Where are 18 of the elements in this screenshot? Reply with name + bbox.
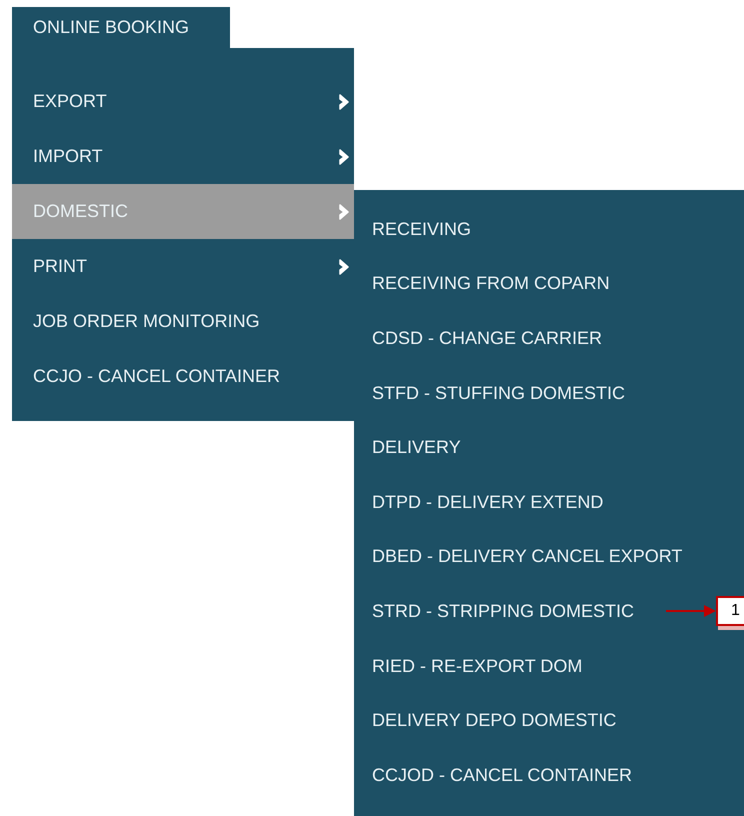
- submenu-item[interactable]: STFD - STUFFING DOMESTIC: [372, 380, 625, 407]
- submenu-item[interactable]: DELIVERY: [372, 434, 461, 462]
- menu-tab[interactable]: ONLINE BOOKING: [12, 7, 230, 48]
- submenu-item[interactable]: DBED - DELIVERY CANCEL EXPORT: [372, 543, 682, 570]
- menu-item[interactable]: JOB ORDER MONITORING: [12, 294, 354, 349]
- submenu-item[interactable]: STRD - STRIPPING DOMESTIC: [372, 598, 634, 625]
- arrow-icon: [666, 605, 716, 618]
- submenu-item[interactable]: CDSD - CHANGE CARRIER: [372, 324, 602, 352]
- submenu-item[interactable]: RIED - RE-EXPORT DOM: [372, 652, 582, 680]
- menu-item[interactable]: EXPORT: [12, 74, 354, 129]
- submenu-item[interactable]: CCJOD - CANCEL CONTAINER: [372, 762, 632, 789]
- submenu-item[interactable]: DELIVERY DEPO DOMESTIC: [372, 707, 616, 734]
- submenu-item[interactable]: DTPD - DELIVERY EXTEND: [372, 488, 604, 516]
- submenu-item[interactable]: RECEIVING FROM COPARN: [372, 270, 610, 298]
- submenu-item[interactable]: RECEIVING: [372, 216, 472, 243]
- menu-item[interactable]: PRINT: [12, 239, 354, 294]
- menu-item[interactable]: IMPORT: [12, 129, 354, 184]
- menu-item[interactable]: CCJO - CANCEL CONTAINER: [12, 349, 354, 404]
